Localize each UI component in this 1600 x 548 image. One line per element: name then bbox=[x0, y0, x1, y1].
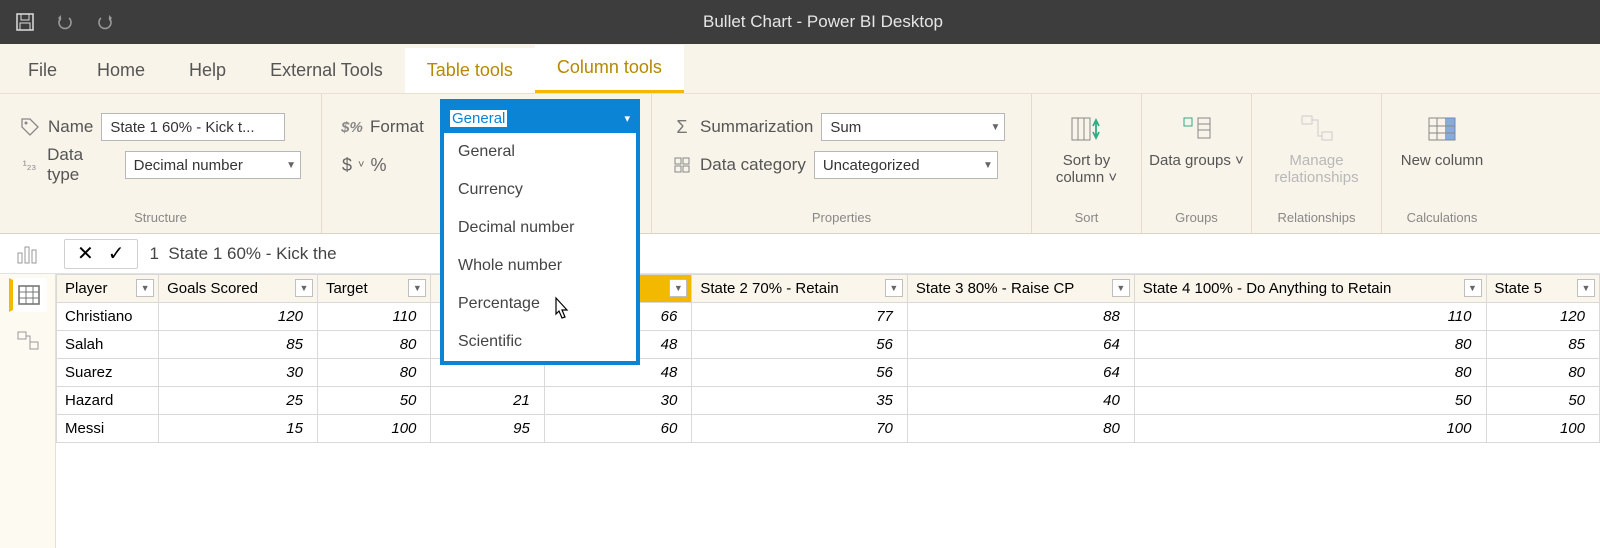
table-row[interactable]: Salah85804856648085 bbox=[57, 331, 1600, 359]
formula-input[interactable]: 1 State 1 60% - Kick the xxxxxxxxxxxxxxx… bbox=[138, 244, 1600, 264]
col-state5[interactable]: State 5▼ bbox=[1486, 275, 1600, 303]
chevron-down-icon: ▾ bbox=[624, 112, 630, 125]
percent-button[interactable]: % bbox=[370, 155, 386, 176]
sort-icon bbox=[1070, 112, 1104, 146]
header-row: Player▼ Goals Scored▼ Target▼ Goals k t … bbox=[57, 275, 1600, 303]
col-state3[interactable]: State 3 80% - Raise CP▼ bbox=[907, 275, 1134, 303]
col-goals-scored[interactable]: Goals Scored▼ bbox=[159, 275, 318, 303]
table-row[interactable]: Suarez30804856648080 bbox=[57, 359, 1600, 387]
category-icon bbox=[672, 155, 692, 175]
format-option-whole[interactable]: Whole number bbox=[444, 247, 636, 285]
format-icon: $% bbox=[342, 117, 362, 137]
filter-icon[interactable]: ▼ bbox=[1464, 279, 1482, 297]
table-row[interactable]: Hazard2550213035405050 bbox=[57, 387, 1600, 415]
tab-help[interactable]: Help bbox=[167, 48, 248, 93]
datatype-label: Data type bbox=[47, 145, 117, 185]
manage-relationships-button[interactable]: Manage relationships bbox=[1267, 108, 1367, 187]
relationships-icon bbox=[1300, 112, 1334, 146]
col-target[interactable]: Target▼ bbox=[317, 275, 430, 303]
ribbon: Name State 1 60% - Kick t... ¹₂₃ Data ty… bbox=[0, 94, 1600, 234]
col-state2[interactable]: State 2 70% - Retain▼ bbox=[692, 275, 908, 303]
filter-icon[interactable]: ▼ bbox=[295, 279, 313, 297]
commit-formula-button[interactable]: ✓ bbox=[108, 241, 125, 266]
filter-icon[interactable]: ▼ bbox=[136, 279, 154, 297]
group-label-sort: Sort bbox=[1075, 210, 1099, 229]
group-label-calculations: Calculations bbox=[1407, 210, 1478, 229]
tab-column-tools[interactable]: Column tools bbox=[535, 45, 684, 93]
filter-icon[interactable]: ▼ bbox=[885, 279, 903, 297]
window-title: Bullet Chart - Power BI Desktop bbox=[116, 12, 1590, 32]
undo-icon[interactable] bbox=[54, 11, 76, 33]
data-grid[interactable]: Player▼ Goals Scored▼ Target▼ Goals k t … bbox=[56, 274, 1600, 548]
table-row[interactable]: Messi1510095607080100100 bbox=[57, 415, 1600, 443]
category-label: Data category bbox=[700, 155, 806, 175]
datatype-icon: ¹₂₃ bbox=[20, 155, 39, 175]
format-option-scientific[interactable]: Scientific bbox=[444, 323, 636, 361]
format-dropdown: General ▾ General Currency Decimal numbe… bbox=[440, 99, 640, 365]
filter-icon[interactable]: ▼ bbox=[408, 279, 426, 297]
ribbon-tabs: File Home Help External Tools Table tool… bbox=[0, 44, 1600, 94]
currency-button[interactable]: $ bbox=[342, 155, 352, 176]
tab-external-tools[interactable]: External Tools bbox=[248, 48, 405, 93]
col-state4[interactable]: State 4 100% - Do Anything to Retain▼ bbox=[1134, 275, 1486, 303]
format-label: Format bbox=[370, 117, 424, 137]
name-label: Name bbox=[48, 117, 93, 137]
redo-icon[interactable] bbox=[94, 11, 116, 33]
format-option-currency[interactable]: Currency bbox=[444, 171, 636, 209]
column-name-input[interactable]: State 1 60% - Kick t... bbox=[101, 113, 285, 141]
cancel-formula-button[interactable]: ✕ bbox=[77, 241, 94, 266]
group-label-groups: Groups bbox=[1175, 210, 1218, 229]
tab-home[interactable]: Home bbox=[75, 48, 167, 93]
save-icon[interactable] bbox=[14, 11, 36, 33]
sort-by-column-button[interactable]: Sort by column ˅ bbox=[1037, 108, 1137, 187]
tab-file[interactable]: File bbox=[10, 48, 75, 93]
group-label-properties: Properties bbox=[672, 210, 1011, 229]
col-player[interactable]: Player▼ bbox=[57, 275, 159, 303]
data-groups-button[interactable]: Data groups ˅ bbox=[1147, 108, 1247, 169]
data-view-button[interactable] bbox=[9, 278, 47, 312]
title-bar: Bullet Chart - Power BI Desktop bbox=[0, 0, 1600, 44]
datatype-select[interactable]: Decimal number▼ bbox=[125, 151, 301, 179]
report-view-icon[interactable] bbox=[16, 243, 40, 265]
summarization-select[interactable]: Sum▼ bbox=[821, 113, 1005, 141]
sigma-icon bbox=[672, 117, 692, 137]
format-select-input[interactable]: General ▾ bbox=[444, 103, 636, 133]
new-column-button[interactable]: New column bbox=[1392, 108, 1492, 169]
formula-bar: ✕ ✓ 1 State 1 60% - Kick the xxxxxxxxxxx… bbox=[0, 234, 1600, 274]
model-view-button[interactable] bbox=[9, 324, 47, 358]
format-option-general[interactable]: General bbox=[444, 133, 636, 171]
new-column-icon bbox=[1425, 112, 1459, 146]
summarization-label: Summarization bbox=[700, 117, 813, 137]
groups-icon bbox=[1180, 112, 1214, 146]
format-option-percentage[interactable]: Percentage bbox=[444, 285, 636, 323]
filter-icon[interactable]: ▼ bbox=[669, 279, 687, 297]
category-select[interactable]: Uncategorized▼ bbox=[814, 151, 998, 179]
filter-icon[interactable]: ▼ bbox=[1112, 279, 1130, 297]
tag-icon bbox=[20, 117, 40, 137]
format-option-decimal[interactable]: Decimal number bbox=[444, 209, 636, 247]
group-label-structure: Structure bbox=[20, 210, 301, 229]
group-label-relationships: Relationships bbox=[1277, 210, 1355, 229]
tab-table-tools[interactable]: Table tools bbox=[405, 48, 535, 93]
table-row[interactable]: Christiano120110667788110120 bbox=[57, 303, 1600, 331]
view-rail bbox=[0, 274, 56, 548]
filter-icon[interactable]: ▼ bbox=[1577, 279, 1595, 297]
